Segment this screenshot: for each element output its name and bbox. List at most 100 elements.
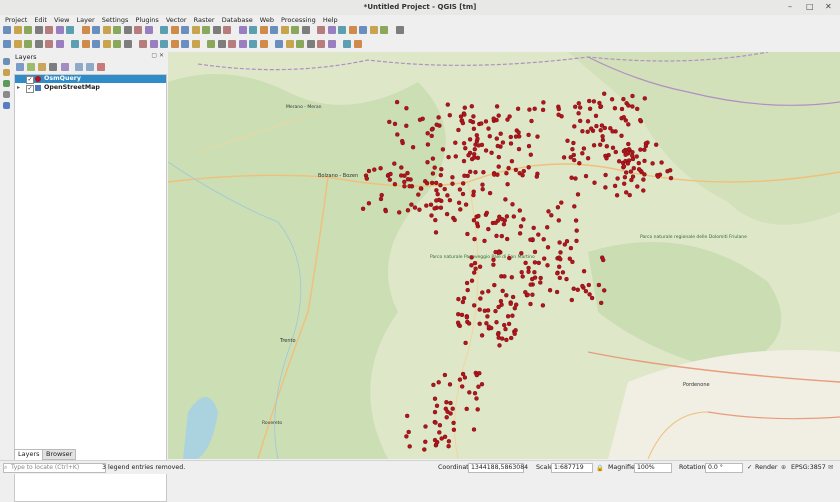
toolbar-tool-icon[interactable] bbox=[92, 40, 100, 48]
crs-icon[interactable]: ⊕ bbox=[781, 464, 786, 471]
toolbar-tool-icon[interactable] bbox=[66, 26, 74, 34]
add-raster-icon[interactable] bbox=[3, 69, 10, 76]
toolbar-tool-icon[interactable] bbox=[55, 40, 64, 48]
expand-arrow-icon[interactable]: ▸ bbox=[17, 84, 20, 91]
toolbar-tool-icon[interactable] bbox=[170, 26, 179, 34]
toolbar-tool-icon[interactable] bbox=[45, 40, 53, 48]
add-vector-icon[interactable] bbox=[3, 58, 10, 65]
toolbar-tool-icon[interactable] bbox=[338, 26, 346, 34]
toolbar-tool-icon[interactable] bbox=[34, 26, 43, 34]
toolbar-tool-icon[interactable] bbox=[160, 26, 168, 34]
toolbar-tool-icon[interactable] bbox=[170, 40, 179, 48]
toolbar-tool-icon[interactable] bbox=[301, 26, 310, 34]
toolbar-tool-icon[interactable] bbox=[149, 40, 158, 48]
toolbar-tool-icon[interactable] bbox=[55, 26, 64, 34]
expand-all-icon[interactable] bbox=[75, 63, 83, 71]
tab-layers[interactable]: Layers bbox=[14, 449, 44, 459]
toolbar-tool-icon[interactable] bbox=[249, 40, 257, 48]
toolbar-tool-icon[interactable] bbox=[317, 26, 325, 34]
toolbar-tool-icon[interactable] bbox=[160, 40, 168, 48]
menu-view[interactable]: View bbox=[54, 16, 69, 24]
open-styling-icon[interactable] bbox=[16, 63, 24, 71]
toolbar-tool-icon[interactable] bbox=[275, 40, 283, 48]
toolbar-tool-icon[interactable] bbox=[296, 40, 304, 48]
toolbar-tool-icon[interactable] bbox=[3, 26, 11, 34]
toolbar-tool-icon[interactable] bbox=[270, 26, 278, 34]
toolbar-tool-icon[interactable] bbox=[102, 26, 111, 34]
menu-edit[interactable]: Edit bbox=[34, 16, 47, 24]
toolbar-tool-icon[interactable] bbox=[3, 40, 11, 48]
menu-database[interactable]: Database bbox=[222, 16, 253, 24]
menu-raster[interactable]: Raster bbox=[194, 16, 215, 24]
toolbar-tool-icon[interactable] bbox=[207, 40, 215, 48]
toolbar-tool-icon[interactable] bbox=[395, 26, 404, 34]
render-checkbox[interactable]: ✓ bbox=[747, 464, 752, 471]
toolbar-tool-icon[interactable] bbox=[259, 40, 268, 48]
crs-label[interactable]: EPSG:3857 bbox=[791, 464, 826, 471]
toolbar-tool-icon[interactable] bbox=[81, 40, 90, 48]
maximize-button[interactable]: □ bbox=[806, 2, 814, 11]
layer-visibility-checkbox[interactable]: ✓ bbox=[26, 84, 34, 93]
close-button[interactable]: ✕ bbox=[825, 2, 832, 11]
toolbar-tool-icon[interactable] bbox=[238, 26, 247, 34]
toolbar-tool-icon[interactable] bbox=[34, 40, 43, 48]
toolbar-tool-icon[interactable] bbox=[359, 26, 367, 34]
toolbar-tool-icon[interactable] bbox=[327, 26, 336, 34]
menu-layer[interactable]: Layer bbox=[77, 16, 95, 24]
toolbar-tool-icon[interactable] bbox=[24, 40, 32, 48]
locator-search-input[interactable]: Type to locate (Ctrl+K) bbox=[3, 463, 106, 473]
toolbar-tool-icon[interactable] bbox=[317, 40, 325, 48]
menu-processing[interactable]: Processing bbox=[281, 16, 316, 24]
layer-item-openstreetmap[interactable]: ▸ ✓ OpenStreetMap bbox=[15, 84, 166, 93]
toolbar-tool-icon[interactable] bbox=[212, 26, 221, 34]
menu-help[interactable]: Help bbox=[323, 16, 338, 24]
scale-field[interactable]: 1:687719 bbox=[551, 463, 593, 473]
add-group-icon[interactable] bbox=[27, 63, 35, 71]
menu-settings[interactable]: Settings bbox=[102, 16, 129, 24]
toolbar-tool-icon[interactable] bbox=[181, 26, 189, 34]
filter-expression-icon[interactable] bbox=[61, 63, 69, 71]
toolbar-tool-icon[interactable] bbox=[327, 40, 336, 48]
toolbar-tool-icon[interactable] bbox=[223, 26, 231, 34]
toolbar-tool-icon[interactable] bbox=[369, 26, 378, 34]
rotation-field[interactable]: 0.0 ° bbox=[705, 463, 743, 473]
toolbar-tool-icon[interactable] bbox=[228, 40, 236, 48]
magnifier-field[interactable]: 100% bbox=[634, 463, 672, 473]
toolbar-tool-icon[interactable] bbox=[24, 26, 32, 34]
toolbar-tool-icon[interactable] bbox=[139, 40, 147, 48]
manage-themes-icon[interactable] bbox=[38, 63, 46, 71]
toolbar-tool-icon[interactable] bbox=[306, 40, 315, 48]
toolbar-tool-icon[interactable] bbox=[13, 26, 22, 34]
toolbar-tool-icon[interactable] bbox=[280, 26, 289, 34]
menu-project[interactable]: Project bbox=[5, 16, 27, 24]
toolbar-tool-icon[interactable] bbox=[249, 26, 257, 34]
menu-vector[interactable]: Vector bbox=[166, 16, 187, 24]
filter-legend-icon[interactable] bbox=[49, 63, 57, 71]
tab-browser[interactable]: Browser bbox=[42, 449, 77, 460]
toolbar-tool-icon[interactable] bbox=[71, 40, 79, 48]
toolbar-tool-icon[interactable] bbox=[259, 26, 268, 34]
toolbar-tool-icon[interactable] bbox=[123, 40, 132, 48]
toolbar-tool-icon[interactable] bbox=[181, 40, 189, 48]
toolbar-tool-icon[interactable] bbox=[343, 40, 351, 48]
minimize-button[interactable]: – bbox=[788, 2, 792, 11]
remove-layer-icon[interactable] bbox=[97, 63, 105, 71]
toolbar-tool-icon[interactable] bbox=[285, 40, 294, 48]
toolbar-tool-icon[interactable] bbox=[291, 26, 299, 34]
layer-visibility-checkbox[interactable]: ✓ bbox=[26, 75, 34, 84]
lock-icon[interactable]: 🔒 bbox=[596, 464, 604, 472]
toolbar-tool-icon[interactable] bbox=[113, 26, 121, 34]
toolbar-tool-icon[interactable] bbox=[348, 26, 357, 34]
panel-float-close-buttons[interactable]: ▢ ✕ bbox=[151, 52, 164, 59]
toolbar-tool-icon[interactable] bbox=[380, 26, 388, 34]
toolbar-tool-icon[interactable] bbox=[134, 26, 142, 34]
toolbar-tool-icon[interactable] bbox=[238, 40, 247, 48]
toolbar-tool-icon[interactable] bbox=[191, 40, 200, 48]
menu-plugins[interactable]: Plugins bbox=[135, 16, 158, 24]
toolbar-tool-icon[interactable] bbox=[191, 26, 200, 34]
toolbar-tool-icon[interactable] bbox=[92, 26, 100, 34]
collapse-all-icon[interactable] bbox=[86, 63, 94, 71]
toolbar-tool-icon[interactable] bbox=[144, 26, 153, 34]
add-wms-icon[interactable] bbox=[3, 102, 10, 109]
coordinate-field[interactable]: 1344188,5863084 bbox=[468, 463, 528, 473]
